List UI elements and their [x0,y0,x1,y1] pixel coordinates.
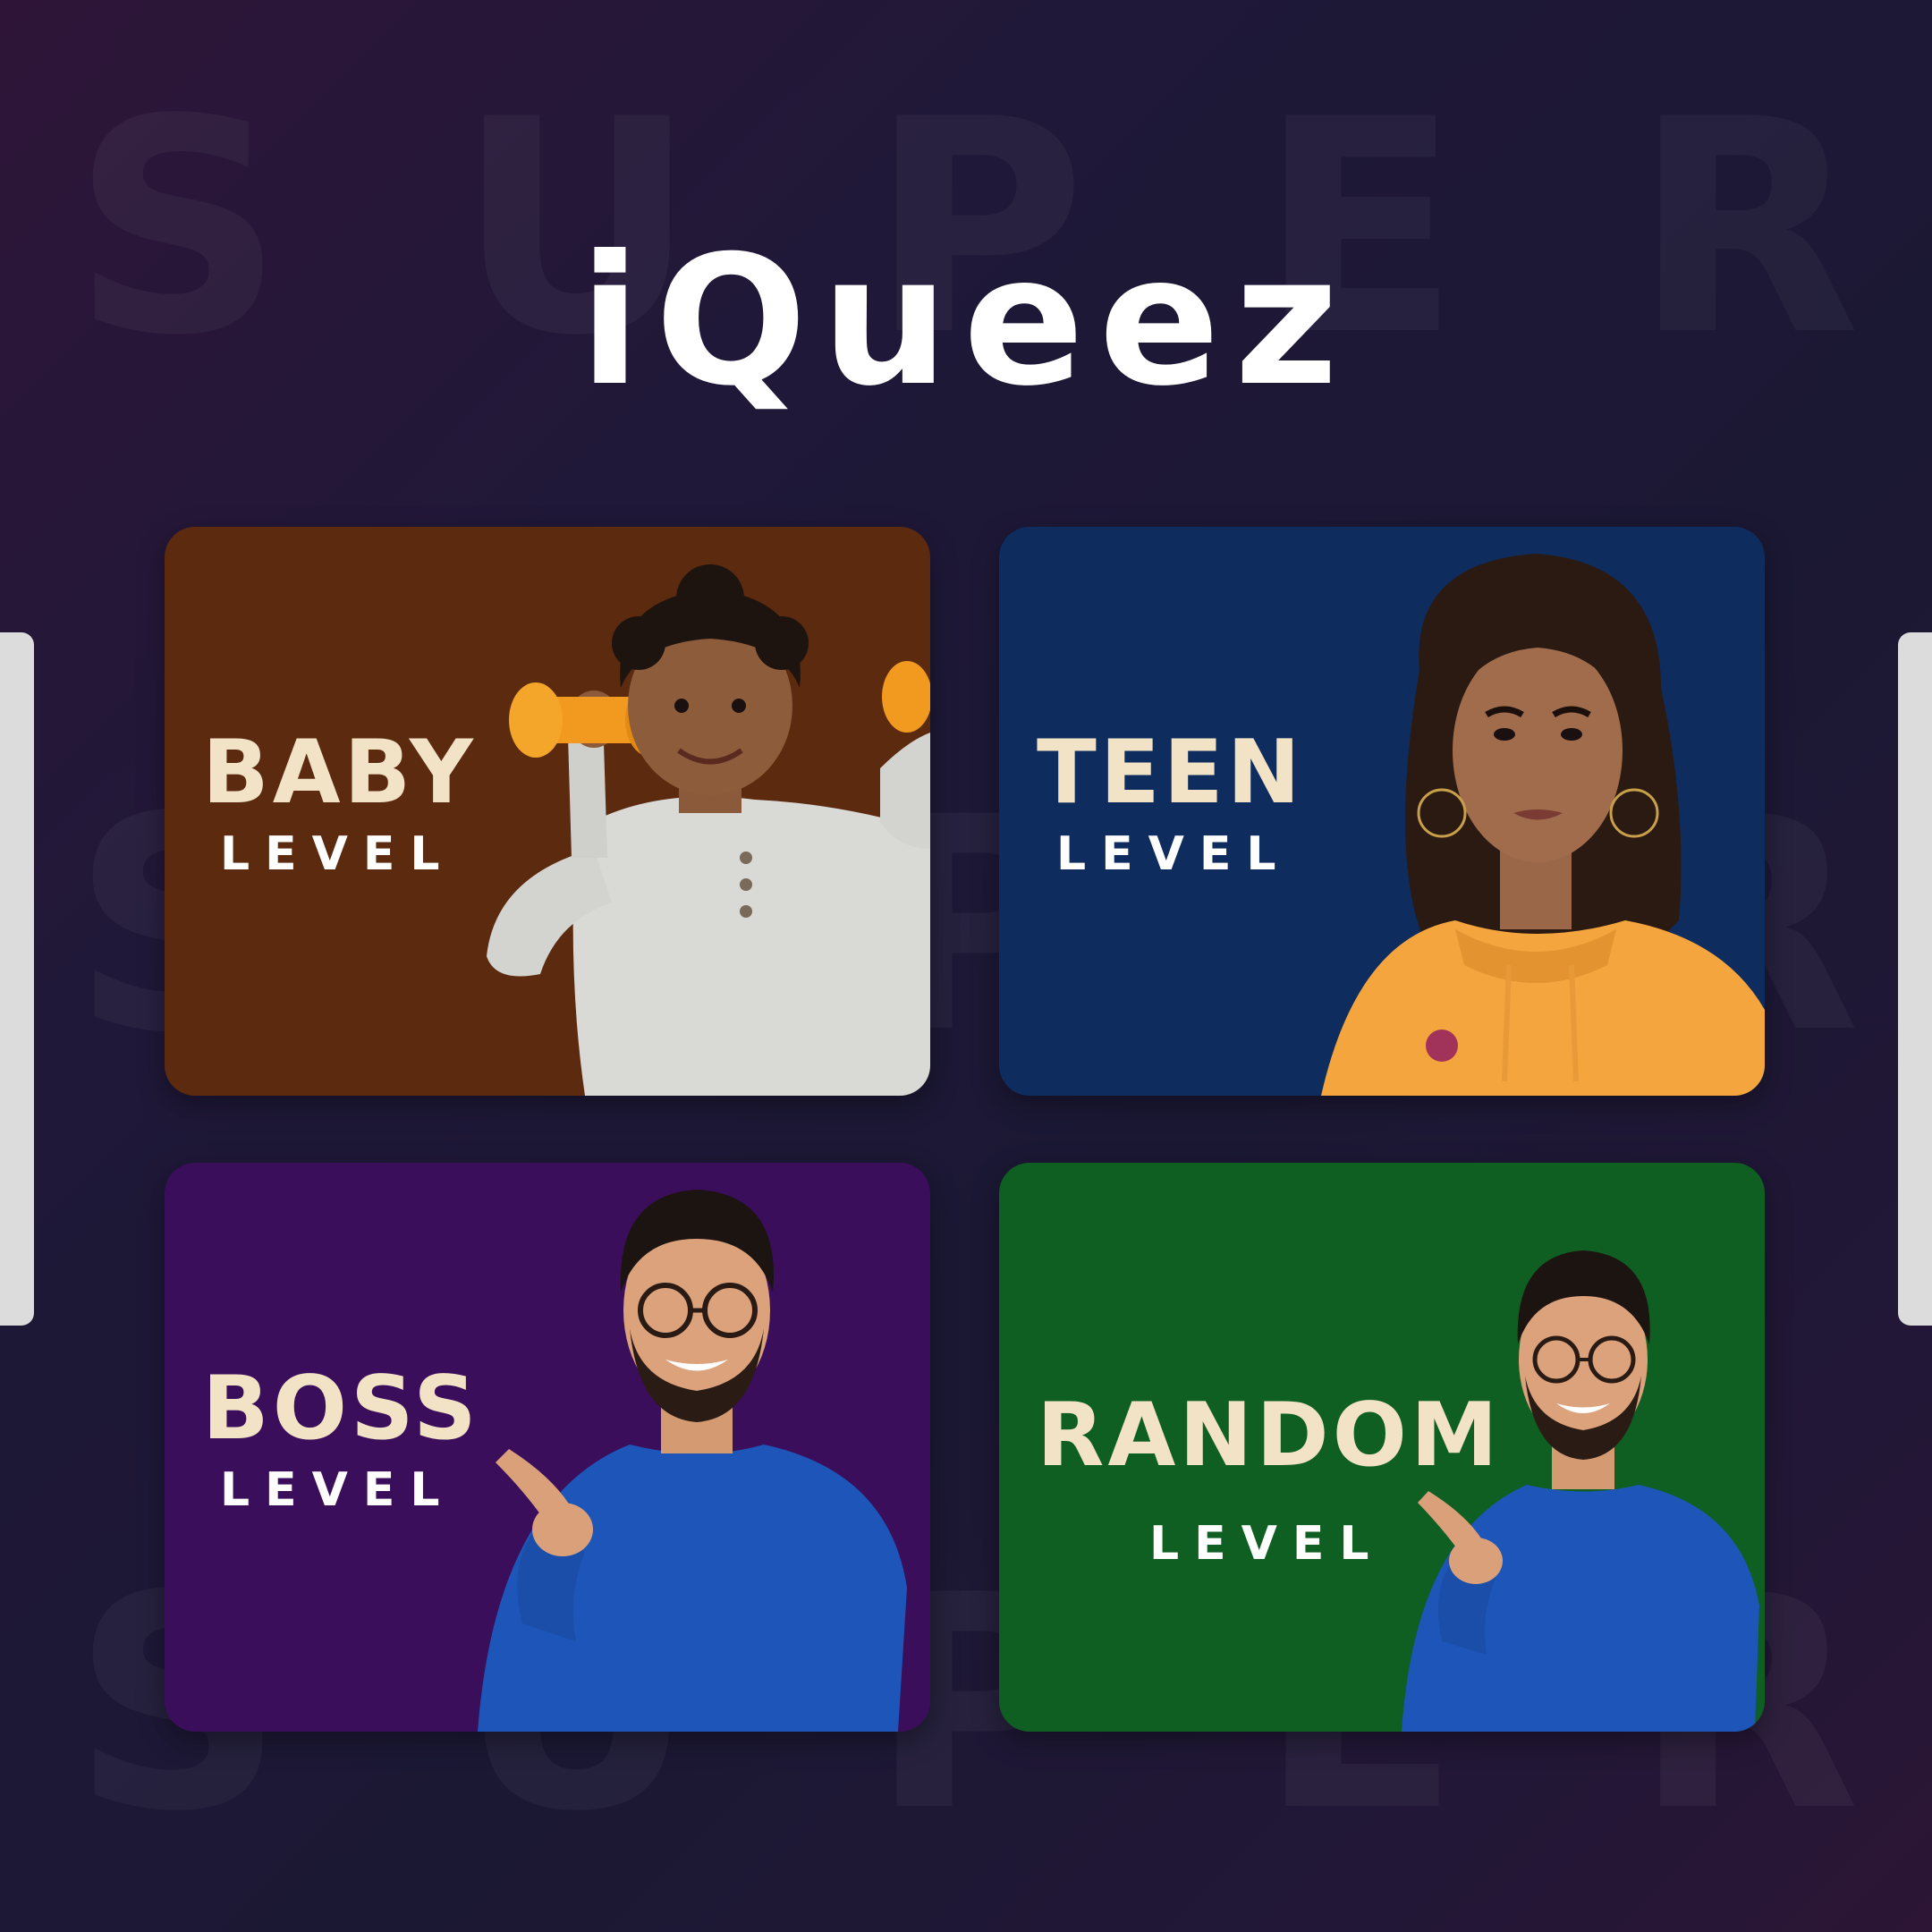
level-subtitle: LEVEL [1149,1517,1385,1571]
level-card-baby[interactable]: BABY LEVEL [165,527,930,1096]
level-subtitle: LEVEL [220,827,455,881]
level-title: BOSS [202,1358,480,1460]
level-card-teen[interactable]: TEEN LEVEL [999,527,1765,1096]
man-blue-sweater-pointing-photo [469,1176,930,1732]
level-title: TEEN [1037,722,1304,824]
app-title: iQueez [579,217,1353,426]
child-with-dumbbells-photo [460,563,930,1096]
level-title: RANDOM [1037,1385,1502,1487]
level-title: BABY [202,722,477,824]
young-woman-orange-hoodie-photo [1303,545,1765,1096]
previous-page-tab[interactable] [0,632,34,1326]
level-subtitle: LEVEL [220,1463,455,1517]
level-subtitle: LEVEL [1056,827,1292,881]
level-card-random[interactable]: RANDOM LEVEL [999,1163,1765,1732]
next-page-tab[interactable] [1898,632,1932,1326]
level-card-boss[interactable]: BOSS LEVEL [165,1163,930,1732]
